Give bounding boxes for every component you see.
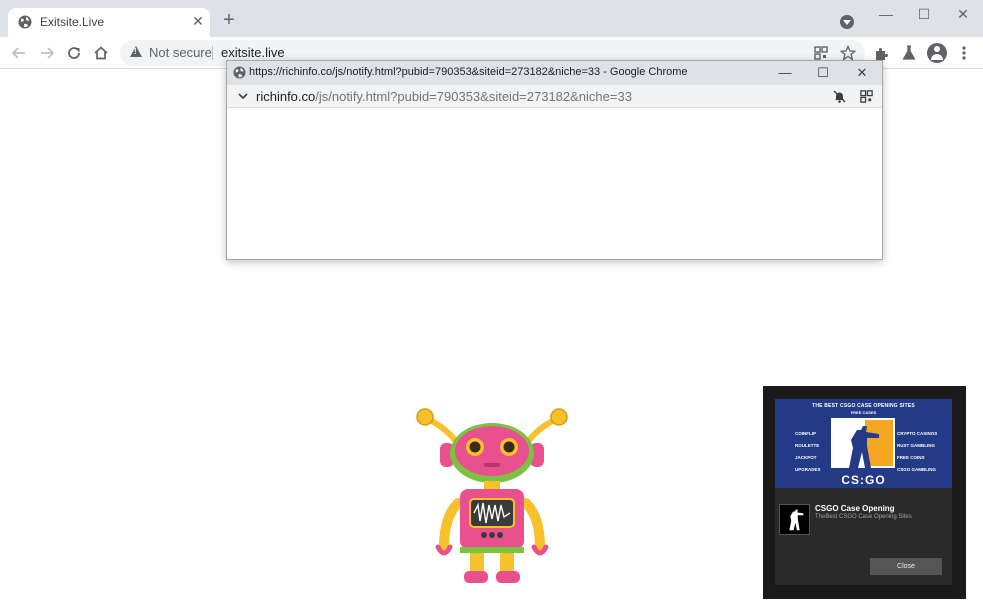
chevron-down-icon[interactable] [236,89,250,103]
tab-exitsite[interactable]: Exitsite.Live ✕ [8,8,210,37]
banner-logo-text: CS:GO [841,473,886,487]
banner-right-item: RUST GAMBLING [897,443,935,448]
back-arrow-icon[interactable] [9,43,29,63]
popup-titlebar[interactable]: https://richinfo.co/js/notify.html?pubid… [227,61,882,85]
window-close-button[interactable]: ✕ [953,6,973,22]
notifications-blocked-icon[interactable] [832,89,847,104]
banner-right-item: CSGO GAMBLING [897,467,936,472]
warning-icon[interactable] [130,46,142,57]
robot-illustration [416,408,568,583]
omnibox-divider [212,46,213,60]
home-icon[interactable] [91,43,111,63]
globe-icon [18,15,32,29]
banner-headline: THE BEST CSGO CASE OPENING SITES [812,403,915,409]
banner-left-item: COINFLIP [795,431,816,436]
qr-code-icon[interactable] [813,45,829,61]
address-url[interactable]: exitsite.live [221,45,285,60]
notification-ad[interactable]: THE BEST CSGO CASE OPENING SITES FREE CA… [763,386,966,599]
tab-title: Exitsite.Live [40,15,105,29]
banner-left-item: UPGRADES [795,467,821,472]
labs-flask-icon[interactable] [899,43,919,63]
security-label[interactable]: Not secure [149,45,212,60]
notification-close-button[interactable]: Close [870,558,942,575]
globe-icon [233,66,246,79]
popup-maximize-button[interactable]: ☐ [815,65,831,81]
csgo-soldier-thumbnail-icon [779,504,810,535]
banner-left-item: JACKPOT [795,455,817,460]
notification-card[interactable]: THE BEST CSGO CASE OPENING SITES FREE CA… [775,399,952,585]
notification-title: CSGO Case Opening [815,504,895,513]
tab-search-icon[interactable] [840,15,854,29]
banner-right-item: FREE COINS [897,455,925,460]
notification-body: TheBest CSGO Case Opening Sites [815,514,912,520]
new-tab-button[interactable]: + [221,10,237,30]
popup-close-button[interactable]: ✕ [854,65,870,81]
popup-url-path: /js/notify.html?pubid=790353&siteid=2731… [315,89,632,104]
reload-icon[interactable] [64,43,84,63]
qr-code-icon[interactable] [859,89,874,104]
screen: Exitsite.Live ✕ + — ☐ ✕ Not secure exits… [0,0,983,616]
window-maximize-button[interactable]: ☐ [914,6,934,22]
banner-subhead: FREE CASES [850,410,877,415]
profile-avatar-icon[interactable] [927,43,947,63]
forward-arrow-icon[interactable] [37,43,57,63]
csgo-soldier-logo-icon [831,418,895,468]
ad-banner-image[interactable]: THE BEST CSGO CASE OPENING SITES FREE CA… [775,399,952,488]
tab-close-icon[interactable]: ✕ [191,14,205,28]
popup-address-bar[interactable]: richinfo.co/js/notify.html?pubid=790353&… [227,85,882,108]
popup-url[interactable]: richinfo.co/js/notify.html?pubid=790353&… [256,89,632,104]
banner-left-item: ROULETTE [795,443,820,448]
popup-title: https://richinfo.co/js/notify.html?pubid… [249,66,688,78]
popup-minimize-button[interactable]: — [777,65,793,81]
popup-url-host: richinfo.co [256,89,316,104]
banner-right-item: CRYPTO CASINOS [897,431,938,436]
popup-window[interactable]: https://richinfo.co/js/notify.html?pubid… [226,60,883,260]
menu-kebab-icon[interactable] [954,43,974,63]
popup-content [227,109,882,259]
tab-strip: Exitsite.Live ✕ + — ☐ ✕ [0,0,983,37]
window-minimize-button[interactable]: — [876,6,896,22]
bookmark-star-icon[interactable] [839,44,857,61]
